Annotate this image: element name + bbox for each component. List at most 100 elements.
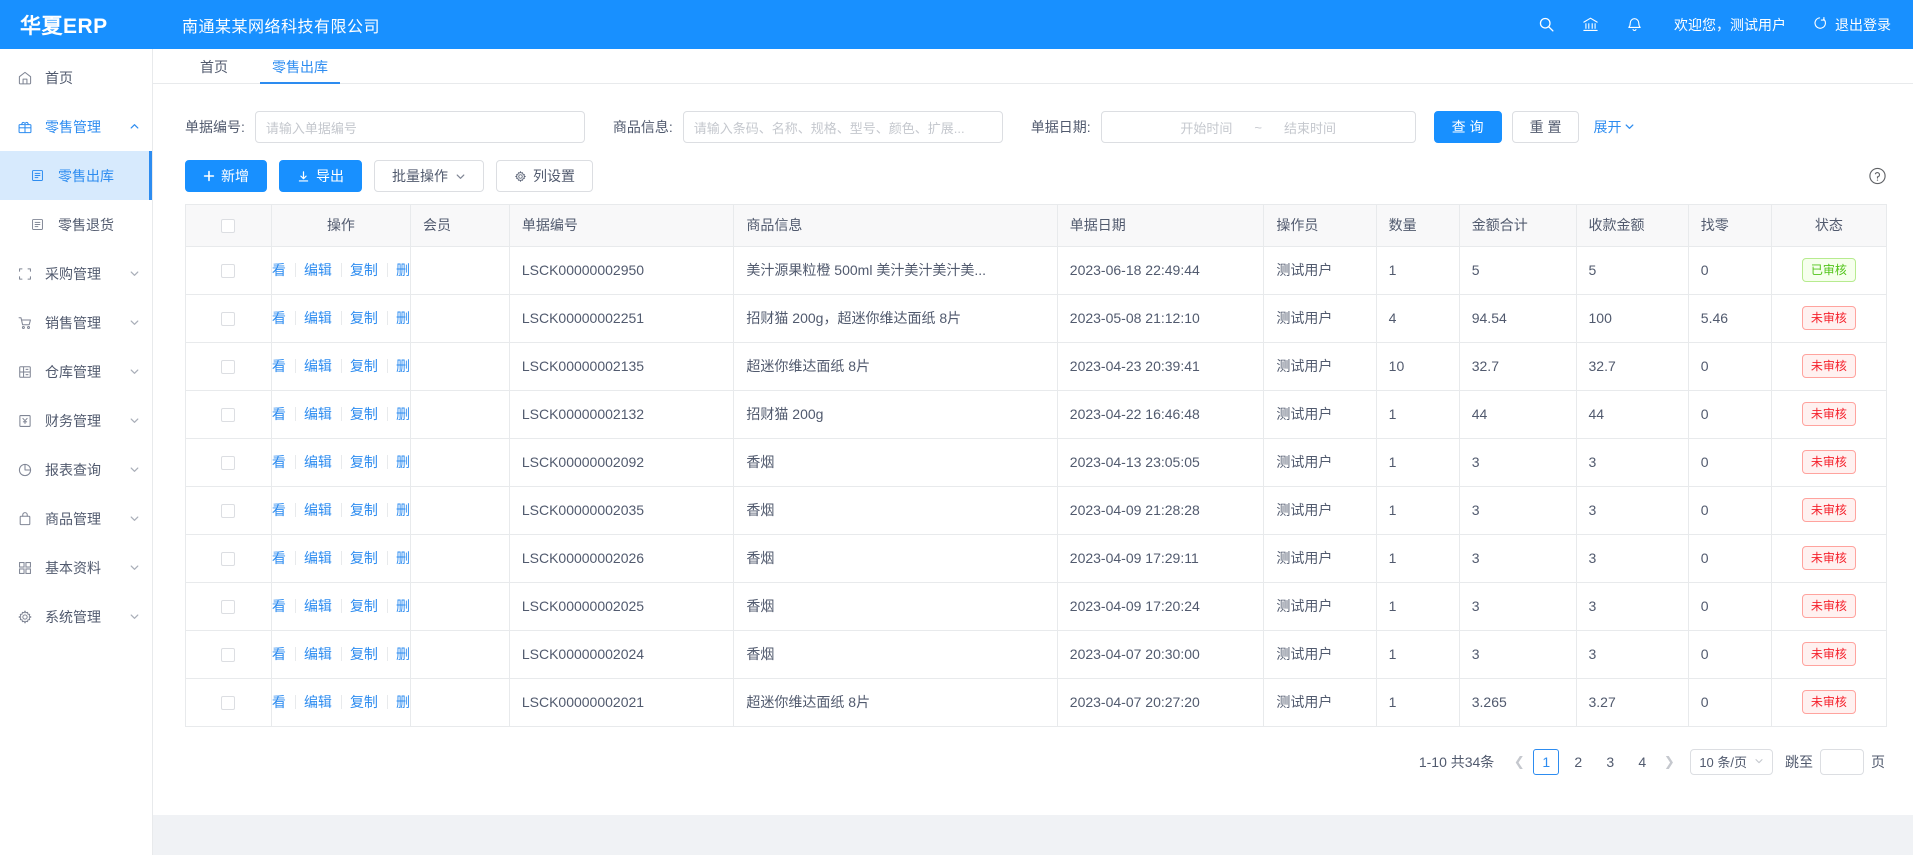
row-action-delete[interactable]: 删除	[387, 452, 411, 472]
row-action-view[interactable]: 查看	[271, 404, 295, 424]
row-checkbox[interactable]	[221, 360, 235, 374]
row-action-view[interactable]: 查看	[271, 308, 295, 328]
row-action-edit[interactable]: 编辑	[295, 308, 341, 328]
row-action-copy[interactable]: 复制	[341, 692, 387, 712]
row-action-view[interactable]: 查看	[271, 644, 295, 664]
row-action-view[interactable]: 查看	[271, 260, 295, 280]
cell-qty: 1	[1376, 390, 1459, 438]
sidebar-item-retail-out[interactable]: 零售出库	[0, 151, 152, 200]
row-checkbox[interactable]	[221, 408, 235, 422]
row-action-edit[interactable]: 编辑	[295, 500, 341, 520]
table-row[interactable]: 查看编辑复制删除LSCK00000002025香烟2023-04-09 17:2…	[186, 582, 1886, 630]
search-icon[interactable]	[1524, 0, 1568, 49]
batch-operation-button[interactable]: 批量操作	[374, 160, 484, 192]
table-row[interactable]: 查看编辑复制删除LSCK00000002035香烟2023-04-09 21:2…	[186, 486, 1886, 534]
sidebar-item-report[interactable]: 报表查询	[0, 445, 152, 494]
row-checkbox[interactable]	[221, 264, 235, 278]
question-circle-icon[interactable]	[1868, 167, 1887, 186]
pagination-next[interactable]: ❯	[1658, 749, 1680, 775]
row-action-delete[interactable]: 删除	[387, 260, 411, 280]
row-checkbox[interactable]	[221, 696, 235, 710]
tab-retail-out[interactable]: 零售出库	[250, 60, 350, 83]
row-action-edit[interactable]: 编辑	[295, 452, 341, 472]
row-action-copy[interactable]: 复制	[341, 596, 387, 616]
sidebar-item-retail[interactable]: 零售管理	[0, 102, 152, 151]
row-checkbox[interactable]	[221, 504, 235, 518]
row-action-copy[interactable]: 复制	[341, 548, 387, 568]
row-action-delete[interactable]: 删除	[387, 644, 411, 664]
row-action-copy[interactable]: 复制	[341, 500, 387, 520]
row-action-edit[interactable]: 编辑	[295, 356, 341, 376]
table-row[interactable]: 查看编辑复制删除LSCK00000002950美汁源果粒橙 500ml 美汁美汁…	[186, 246, 1886, 294]
row-action-edit[interactable]: 编辑	[295, 596, 341, 616]
page-jump-input[interactable]	[1820, 749, 1864, 775]
row-checkbox[interactable]	[221, 648, 235, 662]
row-action-delete[interactable]: 删除	[387, 692, 411, 712]
row-action-view[interactable]: 查看	[271, 548, 295, 568]
goods-info-input[interactable]: 请输入条码、名称、规格、型号、颜色、扩展...	[683, 111, 1003, 143]
row-action-edit[interactable]: 编辑	[295, 260, 341, 280]
logout-button[interactable]: 退出登录	[1812, 15, 1891, 35]
row-action-edit[interactable]: 编辑	[295, 404, 341, 424]
row-action-delete[interactable]: 删除	[387, 500, 411, 520]
row-checkbox[interactable]	[221, 600, 235, 614]
row-action-delete[interactable]: 删除	[387, 596, 411, 616]
sidebar-item-goods[interactable]: 商品管理	[0, 494, 152, 543]
search-button[interactable]: 查 询	[1434, 111, 1502, 143]
row-action-delete[interactable]: 删除	[387, 356, 411, 376]
row-action-copy[interactable]: 复制	[341, 644, 387, 664]
column-settings-button[interactable]: 列设置	[496, 160, 593, 192]
pagination-page-3[interactable]: 3	[1597, 749, 1623, 775]
sidebar-item-system[interactable]: 系统管理	[0, 592, 152, 641]
page-size-select[interactable]: 10 条/页	[1690, 749, 1773, 775]
table-row[interactable]: 查看编辑复制删除LSCK00000002026香烟2023-04-09 17:2…	[186, 534, 1886, 582]
table-row[interactable]: 查看编辑复制删除LSCK00000002024香烟2023-04-07 20:3…	[186, 630, 1886, 678]
row-action-copy[interactable]: 复制	[341, 404, 387, 424]
table-row[interactable]: 查看编辑复制删除LSCK00000002092香烟2023-04-13 23:0…	[186, 438, 1886, 486]
sidebar-item-sales[interactable]: 销售管理	[0, 298, 152, 347]
row-checkbox[interactable]	[221, 312, 235, 326]
bell-icon[interactable]	[1612, 0, 1656, 49]
pagination-page-4[interactable]: 4	[1629, 749, 1655, 775]
pagination-page-2[interactable]: 2	[1565, 749, 1591, 775]
expand-filters-button[interactable]: 展开	[1593, 117, 1635, 137]
row-action-copy[interactable]: 复制	[341, 356, 387, 376]
row-action-copy[interactable]: 复制	[341, 308, 387, 328]
row-action-edit[interactable]: 编辑	[295, 644, 341, 664]
col-header-qty: 数量	[1376, 205, 1459, 246]
sidebar-item-home[interactable]: 首页	[0, 53, 152, 102]
doc-no-input[interactable]: 请输入单据编号	[255, 111, 585, 143]
sidebar-item-finance[interactable]: 财务管理	[0, 396, 152, 445]
select-all-checkbox[interactable]	[221, 219, 235, 233]
bank-icon[interactable]	[1568, 0, 1612, 49]
export-button[interactable]: 导出	[279, 160, 362, 192]
row-action-edit[interactable]: 编辑	[295, 548, 341, 568]
pagination-page-1[interactable]: 1	[1533, 749, 1559, 775]
row-checkbox[interactable]	[221, 456, 235, 470]
sidebar-item-warehouse[interactable]: 仓库管理	[0, 347, 152, 396]
table-row[interactable]: 查看编辑复制删除LSCK00000002135超迷你维达面纸 8片2023-04…	[186, 342, 1886, 390]
sidebar-item-retail-return[interactable]: 零售退货	[0, 200, 152, 249]
row-action-view[interactable]: 查看	[271, 596, 295, 616]
sidebar-item-basicdata[interactable]: 基本资料	[0, 543, 152, 592]
pagination-prev[interactable]: ❮	[1508, 749, 1530, 775]
row-action-view[interactable]: 查看	[271, 356, 295, 376]
date-range-picker[interactable]: 开始时间 ~ 结束时间	[1101, 111, 1416, 143]
row-action-copy[interactable]: 复制	[341, 452, 387, 472]
row-action-delete[interactable]: 删除	[387, 308, 411, 328]
row-action-view[interactable]: 查看	[271, 500, 295, 520]
row-action-edit[interactable]: 编辑	[295, 692, 341, 712]
table-row[interactable]: 查看编辑复制删除LSCK00000002021超迷你维达面纸 8片2023-04…	[186, 678, 1886, 726]
table-row[interactable]: 查看编辑复制删除LSCK00000002132招财猫 200g2023-04-2…	[186, 390, 1886, 438]
add-button[interactable]: 新增	[185, 160, 267, 192]
row-action-delete[interactable]: 删除	[387, 404, 411, 424]
row-action-delete[interactable]: 删除	[387, 548, 411, 568]
row-action-copy[interactable]: 复制	[341, 260, 387, 280]
row-action-view[interactable]: 查看	[271, 452, 295, 472]
row-checkbox[interactable]	[221, 552, 235, 566]
tab-home[interactable]: 首页	[178, 60, 250, 83]
reset-button[interactable]: 重 置	[1512, 111, 1580, 143]
table-row[interactable]: 查看编辑复制删除LSCK00000002251招财猫 200g，超迷你维达面纸 …	[186, 294, 1886, 342]
sidebar-item-purchase[interactable]: 采购管理	[0, 249, 152, 298]
row-action-view[interactable]: 查看	[271, 692, 295, 712]
